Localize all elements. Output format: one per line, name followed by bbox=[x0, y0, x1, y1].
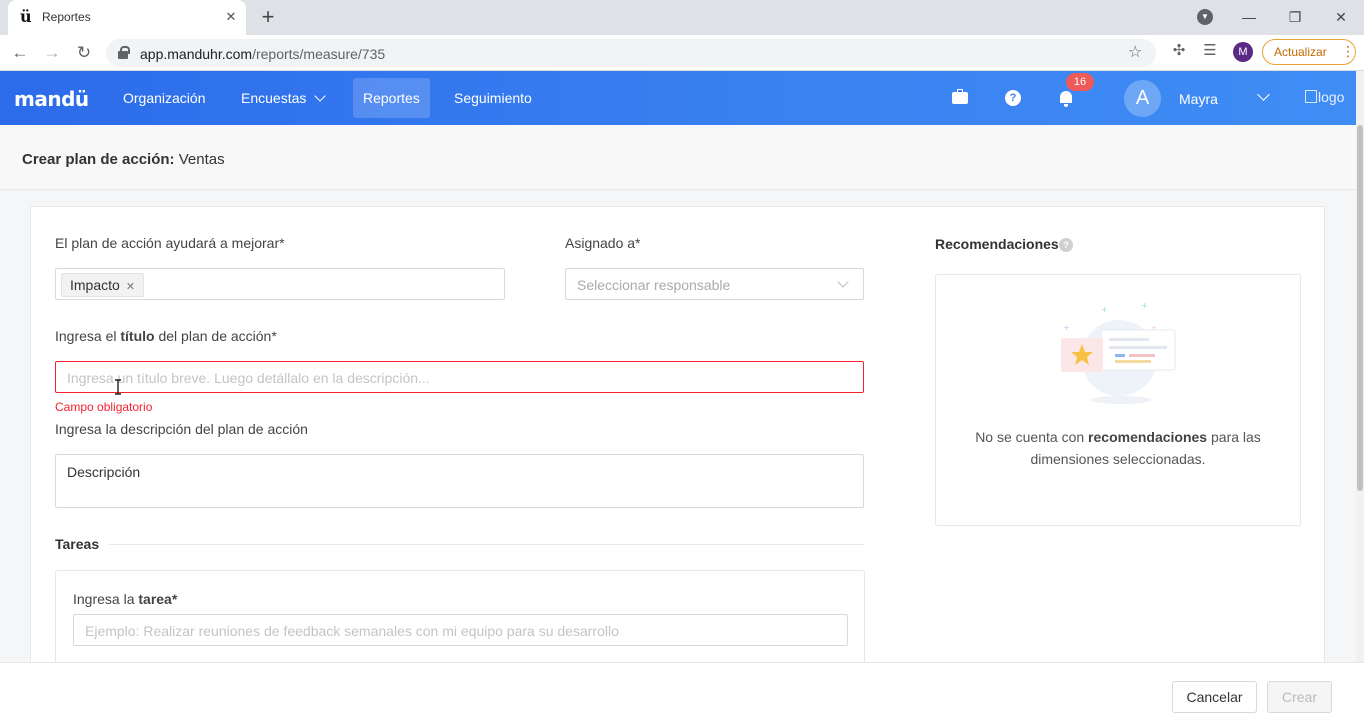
tasks-title: Tareas bbox=[55, 536, 100, 552]
svg-text:+: + bbox=[1141, 301, 1148, 310]
minimize-icon[interactable]: — bbox=[1237, 5, 1261, 29]
cancel-button[interactable]: Cancelar bbox=[1172, 681, 1257, 713]
assignee-placeholder: Seleccionar responsable bbox=[577, 277, 731, 293]
reload-icon[interactable]: ↻ bbox=[72, 41, 96, 65]
empty-text-bold: recomendaciones bbox=[1088, 429, 1208, 445]
chevron-down-icon bbox=[314, 90, 327, 102]
browser-tab[interactable]: ü Reportes ✕ bbox=[8, 0, 246, 35]
address-bar[interactable]: app.manduhr.com/reports/measure/735 ☆ bbox=[106, 39, 1156, 67]
update-label: Actualizar bbox=[1274, 45, 1327, 59]
back-icon[interactable]: ← bbox=[8, 41, 32, 65]
recommendations-empty-text: No se cuenta con recomendaciones para la… bbox=[936, 426, 1300, 470]
empty-state-illustration: + + + + bbox=[1061, 301, 1176, 404]
tab-favicon-icon: ü bbox=[20, 7, 32, 26]
restore-icon[interactable]: ❐ bbox=[1283, 5, 1307, 29]
brand-logo[interactable]: mandü bbox=[14, 87, 89, 111]
task-label-bold: tarea* bbox=[138, 591, 178, 607]
assignee-select[interactable]: Seleccionar responsable bbox=[565, 268, 864, 300]
forward-icon[interactable]: → bbox=[40, 41, 64, 65]
company-logo: logo bbox=[1305, 89, 1355, 107]
task-label: Ingresa la tarea* bbox=[73, 591, 177, 607]
notification-badge: 16 bbox=[1066, 73, 1094, 91]
create-button[interactable]: Crear bbox=[1267, 681, 1332, 713]
nav-reportes[interactable]: Reportes bbox=[353, 78, 430, 118]
main-content: Crear plan de acción: Ventas El plan de … bbox=[0, 125, 1356, 662]
nav-encuestas-label: Encuestas bbox=[241, 90, 307, 106]
title-label-bold: título bbox=[120, 328, 155, 344]
improve-label: El plan de acción ayudará a mejorar* bbox=[55, 235, 285, 251]
task-placeholder: Ejemplo: Realizar reuniones de feedback … bbox=[85, 623, 619, 639]
selected-tag: Impacto ✕ bbox=[61, 273, 145, 297]
page-title-prefix: Crear plan de acción: bbox=[22, 151, 175, 168]
browser-tabbar: ü Reportes ✕ + ▼ — ❐ ✕ bbox=[0, 0, 1364, 35]
form-footer: Cancelar Crear bbox=[0, 662, 1364, 728]
empty-text-post: para las bbox=[1207, 429, 1261, 445]
chevron-down-icon bbox=[837, 276, 849, 288]
description-textarea[interactable]: Descripción bbox=[55, 454, 864, 508]
tab-search-icon[interactable]: ▼ bbox=[1197, 9, 1213, 25]
svg-text:+: + bbox=[1063, 323, 1070, 332]
empty-text-pre: No se cuenta con bbox=[975, 429, 1089, 445]
browser-toolbar: ← → ↻ app.manduhr.com/reports/measure/73… bbox=[0, 35, 1364, 71]
lock-icon[interactable] bbox=[118, 46, 130, 59]
title-label: Ingresa el título del plan de acción* bbox=[55, 328, 277, 344]
new-tab-icon[interactable]: + bbox=[256, 5, 280, 29]
url-text: app.manduhr.com/reports/measure/735 bbox=[140, 46, 385, 62]
title-label-pre: Ingresa el bbox=[55, 328, 121, 344]
nav-encuestas[interactable]: Encuestas bbox=[231, 78, 334, 118]
recommendations-panel: + + + + No se cuenta con recomendaciones… bbox=[935, 274, 1301, 526]
media-queue-icon[interactable]: ☰ bbox=[1200, 41, 1220, 61]
extensions-puzzle-icon[interactable]: ✣ bbox=[1169, 41, 1189, 61]
help-icon[interactable]: ? bbox=[1005, 90, 1021, 106]
text-cursor-icon bbox=[115, 379, 121, 395]
description-label: Ingresa la descripción del plan de acció… bbox=[55, 421, 308, 437]
url-host: app.manduhr.com bbox=[140, 46, 253, 62]
improve-select[interactable]: Impacto ✕ bbox=[55, 268, 505, 300]
page-title: Crear plan de acción: Ventas bbox=[22, 151, 225, 168]
description-value: Descripción bbox=[67, 464, 141, 480]
task-label-pre: Ingresa la bbox=[73, 591, 139, 607]
question-icon[interactable]: ? bbox=[1059, 238, 1073, 252]
assigned-label: Asignado a* bbox=[565, 235, 641, 251]
recommendations-title: Recomendaciones bbox=[935, 236, 1059, 252]
update-button[interactable]: Actualizar ⋮ bbox=[1262, 39, 1356, 65]
tab-close-icon[interactable]: ✕ bbox=[222, 8, 240, 26]
close-window-icon[interactable]: ✕ bbox=[1329, 5, 1353, 29]
briefcase-icon[interactable] bbox=[952, 89, 968, 104]
title-error: Campo obligatorio bbox=[55, 400, 153, 414]
action-plan-form: El plan de acción ayudará a mejorar* Imp… bbox=[30, 206, 1325, 662]
page-header: Crear plan de acción: Ventas bbox=[0, 125, 1356, 190]
nav-organizacion[interactable]: Organización bbox=[113, 78, 216, 118]
svg-text:+: + bbox=[1101, 305, 1108, 314]
empty-text-line2: dimensiones seleccionadas. bbox=[1030, 451, 1206, 467]
more-vert-icon: ⋮ bbox=[1341, 43, 1355, 59]
nav-seguimiento[interactable]: Seguimiento bbox=[444, 78, 542, 118]
bell-icon[interactable] bbox=[1059, 91, 1073, 107]
tag-remove-icon[interactable]: ✕ bbox=[126, 281, 135, 293]
page-title-value: Ventas bbox=[178, 151, 225, 168]
tab-title: Reportes bbox=[42, 10, 91, 24]
scrollbar-thumb[interactable] bbox=[1357, 125, 1363, 491]
title-input[interactable]: Ingresa un título breve. Luego detállalo… bbox=[55, 361, 864, 393]
bookmark-star-icon[interactable]: ☆ bbox=[1128, 42, 1142, 62]
page-scrollbar[interactable] bbox=[1356, 71, 1364, 662]
tasks-divider bbox=[109, 544, 864, 545]
profile-avatar[interactable]: M bbox=[1233, 42, 1253, 62]
svg-text:+: + bbox=[1151, 324, 1157, 332]
title-label-post: del plan de acción* bbox=[154, 328, 277, 344]
tag-label: Impacto bbox=[70, 277, 120, 293]
user-avatar[interactable]: A bbox=[1124, 80, 1161, 117]
task-card: Ingresa la tarea* Ejemplo: Realizar reun… bbox=[55, 570, 865, 662]
url-path: /reports/measure/735 bbox=[252, 46, 386, 62]
task-input[interactable]: Ejemplo: Realizar reuniones de feedback … bbox=[73, 614, 848, 646]
user-name[interactable]: Mayra bbox=[1179, 91, 1218, 107]
